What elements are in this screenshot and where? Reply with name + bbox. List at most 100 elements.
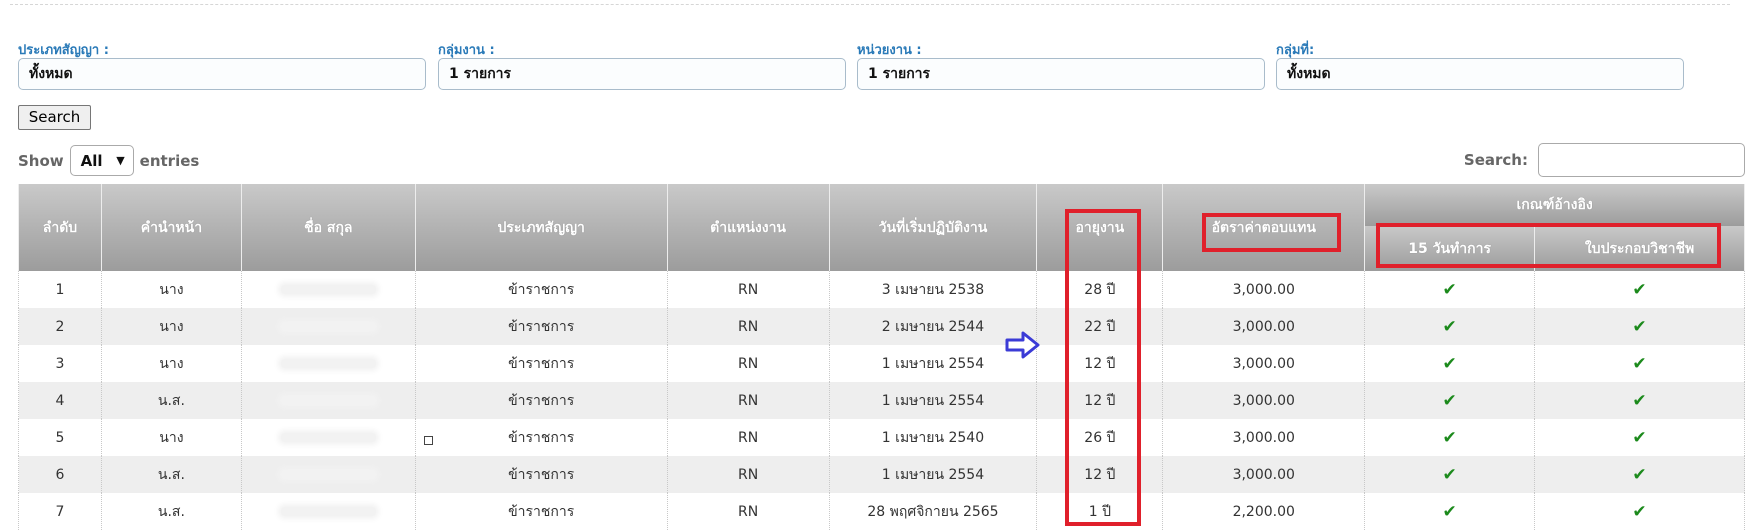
cell-name [240, 271, 416, 308]
table-cell: 2,200.00 [1162, 493, 1366, 530]
table-cell: ข้าราชการ [414, 271, 668, 308]
table-cell: น.ส. [100, 493, 242, 530]
col-header-license[interactable]: ใบประกอบวิชาชีพ [1534, 226, 1745, 271]
cell-name [240, 419, 416, 456]
table-row[interactable]: 1 นาง ข้าราชการ RN 3 เมษายน 2538 28 ปี 3,000.0… [18, 271, 1745, 308]
col-header-15-days[interactable]: 15 วันทำการ [1364, 226, 1536, 271]
cell-start-date: 1 เมษายน 2554 [881, 466, 985, 483]
table-cell: นาง [100, 308, 242, 345]
table-cell: ✔ [1534, 419, 1745, 456]
table-cell: ✔ [1364, 456, 1536, 493]
cell-rate: 2,200.00 [1232, 503, 1295, 520]
table-search-label: Search: [1463, 151, 1528, 169]
cell-contract: ข้าราชการ [508, 392, 575, 409]
check-icon: ✔ [1442, 464, 1457, 485]
check-icon: ✔ [1442, 353, 1457, 374]
check-icon: ✔ [1632, 390, 1647, 411]
table-cell: ✔ [1534, 382, 1745, 419]
cell-position: RN [737, 466, 759, 483]
cell-contract: ข้าราชการ [508, 503, 575, 520]
search-button[interactable]: Search [18, 105, 91, 130]
check-icon: ✔ [1442, 316, 1457, 337]
table-cell: RN [666, 493, 830, 530]
table-row[interactable]: 6 น.ส. ข้าราชการ RN 1 เมษายน 2554 12 ปี 3,000.… [18, 456, 1745, 493]
table-cell: 3 เมษายน 2538 [828, 271, 1038, 308]
col-header-contract[interactable]: ประเภทสัญญา [414, 184, 668, 271]
table-row[interactable]: 3 นาง ข้าราชการ RN 1 เมษายน 2554 12 ปี 3,000.0… [18, 345, 1745, 382]
unit-select[interactable]: 1 รายการ [857, 58, 1265, 90]
table-cell: 22 ปี [1036, 308, 1164, 345]
table-cell: ข้าราชการ [414, 419, 668, 456]
cell-name [240, 456, 416, 493]
check-icon: ✔ [1632, 427, 1647, 448]
col-header-position[interactable]: ตำแหน่งงาน [666, 184, 830, 271]
redacted-name [280, 506, 376, 516]
filter-work-group: กลุ่มงาน : 1 รายการ [438, 44, 846, 90]
cell-service-age: 1 ปี [1088, 503, 1111, 520]
cell-rate: 3,000.00 [1232, 392, 1295, 409]
table-cell: 1 เมษายน 2540 [828, 419, 1038, 456]
table-cell: นาง [100, 345, 242, 382]
table-cell: 3 [18, 345, 102, 382]
cell-start-date: 1 เมษายน 2554 [881, 392, 985, 409]
table-row[interactable]: 5 นาง ข้าราชการ RN 1 เมษายน 2540 26 ปี 3,000.0… [18, 419, 1745, 456]
table-cell: ข้าราชการ [414, 493, 668, 530]
redacted-name [280, 469, 376, 479]
cell-no: 5 [55, 429, 65, 446]
cell-service-age: 12 ปี [1084, 466, 1116, 483]
check-icon: ✔ [1442, 279, 1457, 300]
col-header-name[interactable]: ชื่อ สกุล [240, 184, 416, 271]
cell-start-date: 3 เมษายน 2538 [881, 281, 985, 298]
check-icon: ✔ [1442, 501, 1457, 522]
table-cell: 1 ปี [1036, 493, 1164, 530]
cell-prefix: นาง [159, 281, 184, 298]
group-no-select[interactable]: ทั้งหมด [1276, 58, 1684, 90]
table-row[interactable]: 4 น.ส. ข้าราชการ RN 1 เมษายน 2554 12 ปี 3,000.… [18, 382, 1745, 419]
staff-table: ลำดับ คำนำหน้า ชื่อ สกุล ประเภทสัญญา ตำแ… [18, 184, 1745, 530]
filter-label: กลุ่มที่: [1276, 43, 1315, 58]
col-header-start-date[interactable]: วันที่เริ่มปฏิบัติงาน [828, 184, 1038, 271]
col-header-no[interactable]: ลำดับ [18, 184, 102, 271]
entries-select[interactable]: All ▼ [69, 145, 134, 176]
col-header-prefix[interactable]: คำนำหน้า [100, 184, 242, 271]
filter-label: ประเภทสัญญา : [18, 43, 109, 58]
table-cell: 6 [18, 456, 102, 493]
cell-start-date: 1 เมษายน 2540 [881, 429, 985, 446]
show-entries: Show All ▼ entries [18, 145, 199, 176]
redacted-name [280, 321, 376, 331]
cell-no: 6 [55, 466, 65, 483]
table-row[interactable]: 2 นาง ข้าราชการ RN 2 เมษายน 2544 22 ปี 3,000.0… [18, 308, 1745, 345]
cell-prefix: นาง [159, 429, 184, 446]
cell-prefix: นาง [159, 355, 184, 372]
table-search: Search: [1464, 143, 1745, 177]
redacted-name [280, 358, 376, 368]
table-cell: ข้าราชการ [414, 382, 668, 419]
cell-service-age: 12 ปี [1084, 392, 1116, 409]
col-header-rate[interactable]: อัตราค่าตอบแทน [1162, 184, 1366, 271]
cell-contract: ข้าราชการ [508, 355, 575, 372]
cell-contract: ข้าราชการ [508, 466, 575, 483]
table-cell: 3,000.00 [1162, 382, 1366, 419]
cell-position: RN [737, 503, 759, 520]
check-icon: ✔ [1632, 464, 1647, 485]
table-cell: 7 [18, 493, 102, 530]
col-header-service-age[interactable]: อายุงาน [1036, 184, 1164, 271]
table-cell: น.ส. [100, 382, 242, 419]
contract-type-select[interactable]: ทั้งหมด [18, 58, 426, 90]
cell-no: 1 [55, 281, 65, 298]
show-label: Show [18, 151, 64, 170]
table-cell: 2 [18, 308, 102, 345]
cell-position: RN [737, 392, 759, 409]
table-cell: 12 ปี [1036, 456, 1164, 493]
right-arrow-icon [1005, 331, 1040, 359]
check-icon: ✔ [1632, 279, 1647, 300]
table-row[interactable]: 7 น.ส. ข้าราชการ RN 28 พฤศจิกายน 2565 1 ปี 2,2… [18, 493, 1745, 530]
cell-rate: 3,000.00 [1232, 318, 1295, 335]
table-cell: RN [666, 419, 830, 456]
cell-contract: ข้าราชการ [508, 318, 575, 335]
cell-prefix: น.ส. [157, 392, 185, 409]
table-search-input[interactable] [1538, 143, 1745, 177]
cell-service-age: 28 ปี [1084, 281, 1116, 298]
entries-selected: All [80, 151, 103, 170]
work-group-select[interactable]: 1 รายการ [438, 58, 846, 90]
